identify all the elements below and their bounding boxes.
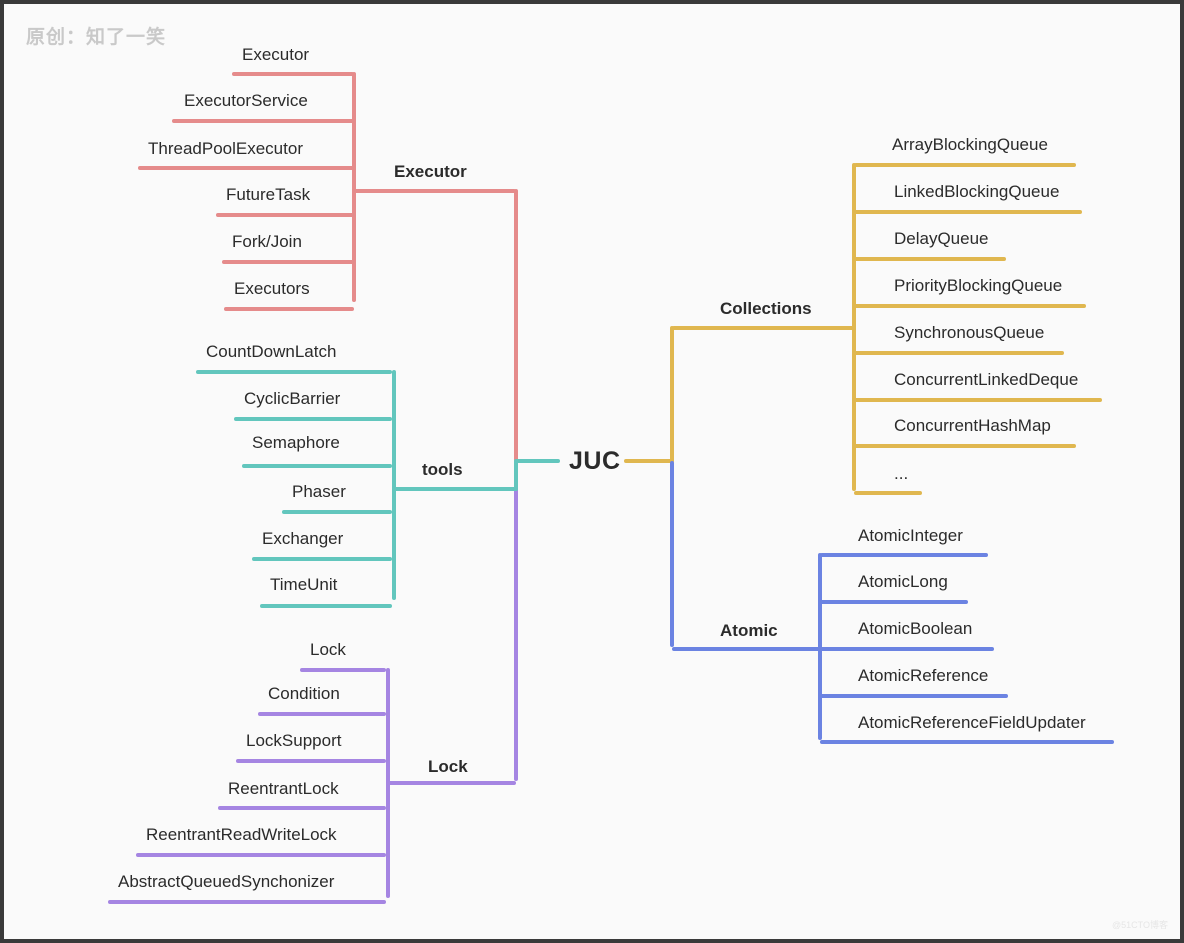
- leaf-atomic-child-3[interactable]: AtomicReference: [858, 667, 988, 684]
- leaf-lock-child-0[interactable]: Lock: [310, 641, 346, 658]
- underline-executor-child-2: [138, 166, 354, 170]
- leaf-tools-child-4[interactable]: Exchanger: [262, 530, 343, 547]
- branch-title-atomic[interactable]: Atomic: [720, 621, 778, 641]
- underline-collections-child-0: [854, 163, 1076, 167]
- leaf-lock-child-4[interactable]: ReentrantReadWriteLock: [146, 826, 337, 843]
- leaf-collections-child-4[interactable]: SynchronousQueue: [894, 324, 1044, 341]
- leaf-lock-child-1[interactable]: Condition: [268, 685, 340, 702]
- underline-atomic-child-1: [820, 600, 968, 604]
- leaf-tools-child-0[interactable]: CountDownLatch: [206, 343, 336, 360]
- leaf-executor-child-0[interactable]: Executor: [242, 46, 309, 63]
- underline-executor-child-1: [172, 119, 354, 123]
- spine-atomic-vertical: [670, 461, 674, 647]
- underline-collections-child-6: [854, 444, 1076, 448]
- subspine-tools: [392, 370, 396, 600]
- underline-collections-child-7: [854, 491, 922, 495]
- leaf-tools-child-3[interactable]: Phaser: [292, 483, 346, 500]
- leaf-executor-child-2[interactable]: ThreadPoolExecutor: [148, 140, 303, 157]
- underline-executor-child-3: [216, 213, 354, 217]
- underline-tools-child-3: [282, 510, 392, 514]
- connector-atomic-to-subspine: [672, 647, 820, 651]
- connector-tools-to-spine: [394, 487, 518, 491]
- underline-lock-child-1: [258, 712, 386, 716]
- leaf-lock-child-5[interactable]: AbstractQueuedSynchonizer: [118, 873, 334, 890]
- underline-lock-child-0: [300, 668, 386, 672]
- underline-tools-child-0: [196, 370, 392, 374]
- underline-collections-child-2: [854, 257, 1006, 261]
- leaf-executor-child-4[interactable]: Fork/Join: [232, 233, 302, 250]
- branch-title-tools[interactable]: tools: [422, 460, 463, 480]
- underline-lock-child-5: [108, 900, 386, 904]
- branch-title-lock[interactable]: Lock: [428, 757, 468, 777]
- leaf-atomic-child-0[interactable]: AtomicInteger: [858, 527, 963, 544]
- spine-executor-vertical: [514, 189, 518, 465]
- mindmap-canvas: 原创：知了一笑 @51CTO博客 JUC Executor Executor E…: [0, 0, 1184, 943]
- leaf-tools-child-5[interactable]: TimeUnit: [270, 576, 337, 593]
- underline-lock-child-4: [136, 853, 386, 857]
- watermark-top-left: 原创：知了一笑: [26, 27, 167, 48]
- underline-executor-child-0: [232, 72, 354, 76]
- leaf-executor-child-3[interactable]: FutureTask: [226, 186, 310, 203]
- leaf-tools-child-1[interactable]: CyclicBarrier: [244, 390, 340, 407]
- underline-lock-child-2: [236, 759, 386, 763]
- underline-atomic-child-2: [820, 647, 994, 651]
- spine-lock-vertical: [514, 461, 518, 781]
- connector-tools-jog: [514, 459, 518, 489]
- underline-atomic-child-4: [820, 740, 1114, 744]
- subspine-executor: [352, 72, 356, 302]
- connector-root-to-right-spine: [624, 459, 672, 463]
- leaf-collections-child-0[interactable]: ArrayBlockingQueue: [892, 136, 1048, 153]
- underline-collections-child-3: [854, 304, 1086, 308]
- leaf-atomic-child-2[interactable]: AtomicBoolean: [858, 620, 972, 637]
- underline-collections-child-4: [854, 351, 1064, 355]
- underline-tools-child-4: [252, 557, 392, 561]
- underline-tools-child-2: [242, 464, 392, 468]
- underline-executor-child-5: [224, 307, 354, 311]
- branch-title-executor[interactable]: Executor: [394, 162, 467, 182]
- leaf-atomic-child-1[interactable]: AtomicLong: [858, 573, 948, 590]
- leaf-atomic-child-4[interactable]: AtomicReferenceFieldUpdater: [858, 714, 1086, 731]
- underline-lock-child-3: [218, 806, 386, 810]
- leaf-collections-child-1[interactable]: LinkedBlockingQueue: [894, 183, 1059, 200]
- leaf-tools-child-2[interactable]: Semaphore: [252, 434, 340, 451]
- underline-tools-child-1: [234, 417, 392, 421]
- leaf-collections-child-3[interactable]: PriorityBlockingQueue: [894, 277, 1062, 294]
- leaf-lock-child-2[interactable]: LockSupport: [246, 732, 341, 749]
- underline-executor-child-4: [222, 260, 354, 264]
- leaf-collections-child-5[interactable]: ConcurrentLinkedDeque: [894, 371, 1078, 388]
- underline-collections-child-5: [854, 398, 1102, 402]
- underline-atomic-child-0: [820, 553, 988, 557]
- mindmap-surface: 原创：知了一笑 @51CTO博客 JUC Executor Executor E…: [4, 4, 1180, 939]
- connector-collections-to-subspine: [672, 326, 854, 330]
- underline-tools-child-5: [260, 604, 392, 608]
- connector-executor-to-spine: [354, 189, 516, 193]
- leaf-executor-child-1[interactable]: ExecutorService: [184, 92, 308, 109]
- branch-title-collections[interactable]: Collections: [720, 299, 812, 319]
- leaf-collections-child-7[interactable]: ...: [894, 465, 908, 482]
- leaf-lock-child-3[interactable]: ReentrantLock: [228, 780, 339, 797]
- spine-collections-vertical: [670, 326, 674, 463]
- underline-atomic-child-3: [820, 694, 1008, 698]
- leaf-collections-child-2[interactable]: DelayQueue: [894, 230, 989, 247]
- underline-collections-child-1: [854, 210, 1082, 214]
- root-node-juc[interactable]: JUC: [569, 447, 621, 476]
- watermark-bottom-right: @51CTO博客: [1112, 920, 1168, 930]
- connector-lock-to-spine: [388, 781, 516, 785]
- leaf-collections-child-6[interactable]: ConcurrentHashMap: [894, 417, 1051, 434]
- connector-tools-to-root: [516, 459, 560, 463]
- leaf-executor-child-5[interactable]: Executors: [234, 280, 310, 297]
